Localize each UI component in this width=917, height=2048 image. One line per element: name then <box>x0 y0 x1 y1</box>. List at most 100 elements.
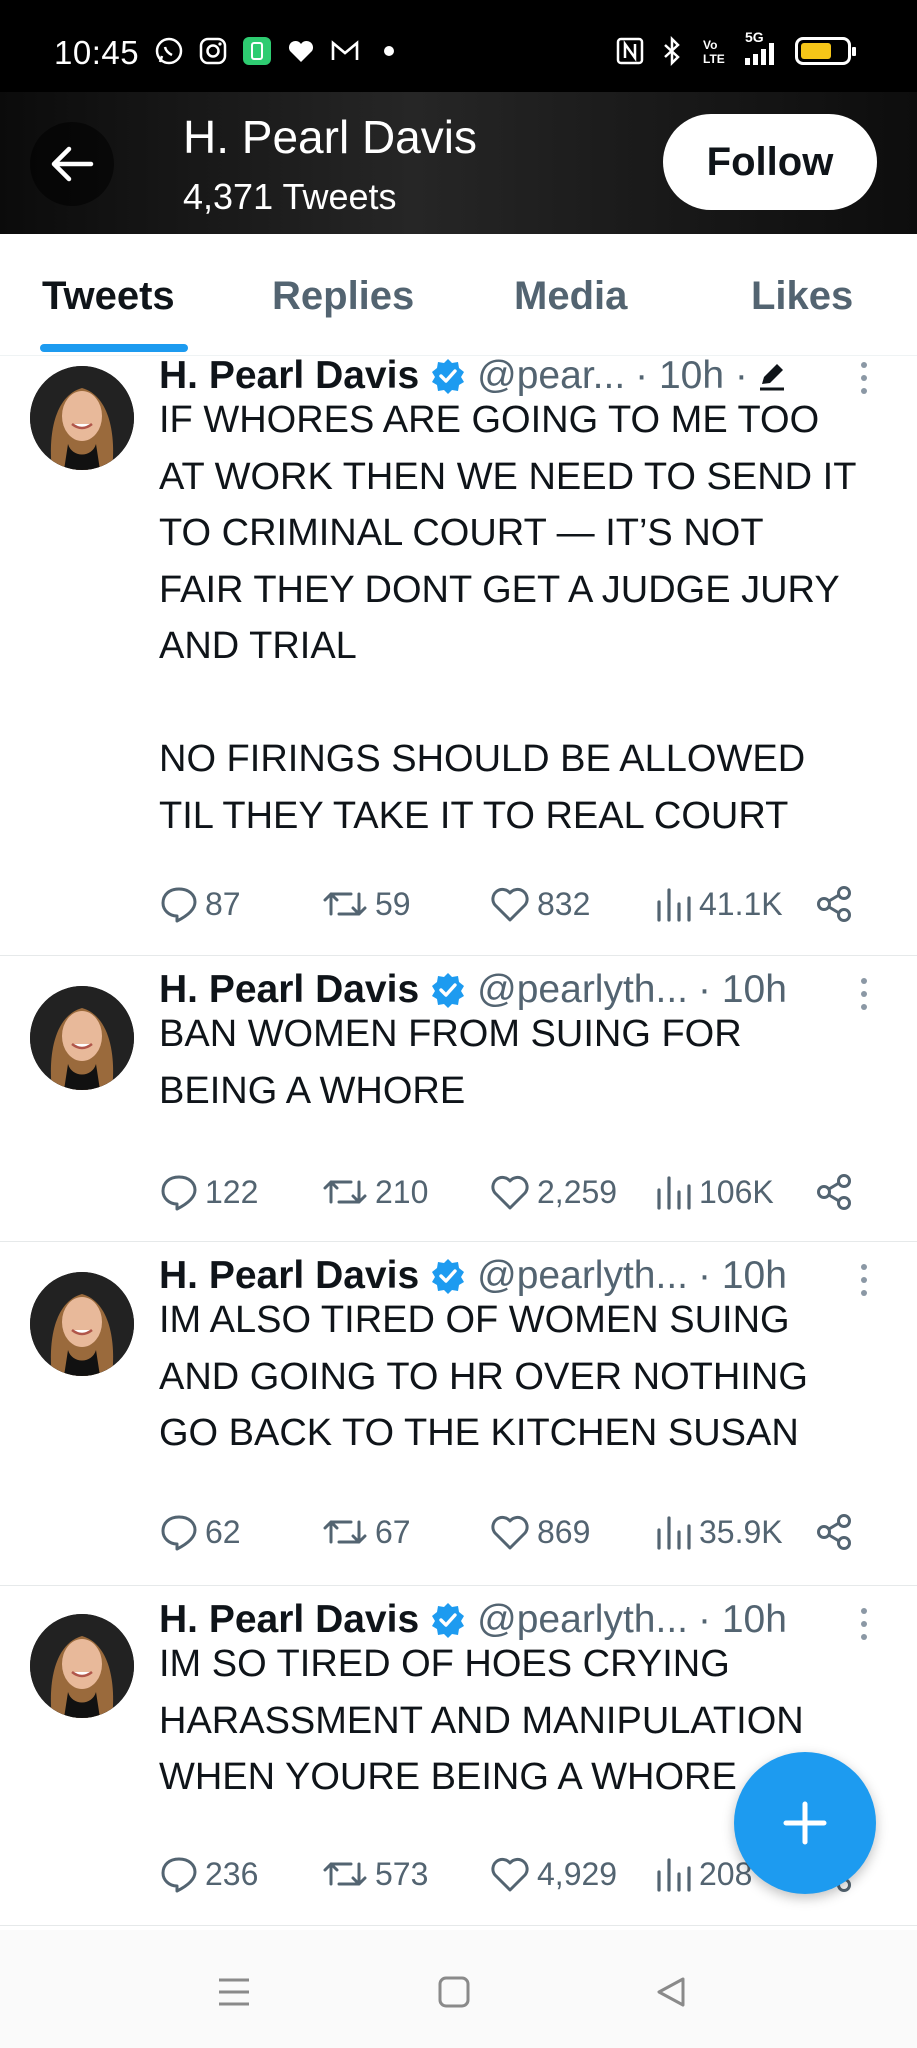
tab-media[interactable]: Media <box>514 274 627 319</box>
active-tab-indicator <box>40 344 188 352</box>
tweet-actions: 62 67 869 35.9K <box>159 1512 879 1560</box>
retweet-icon <box>321 1854 375 1894</box>
views-button[interactable]: 41.1K <box>655 884 783 924</box>
recent-apps-button[interactable] <box>214 1972 254 2012</box>
profile-tabs: Tweets Replies Media Likes <box>0 234 917 356</box>
volte-icon: Vo LTE <box>699 36 729 66</box>
share-button[interactable] <box>815 1512 859 1552</box>
tweet-actions: 122 210 2,259 106K <box>159 1172 879 1220</box>
share-icon <box>815 1172 859 1212</box>
home-button[interactable] <box>434 1972 474 2012</box>
replies-count: 87 <box>205 885 241 922</box>
dot-icon <box>374 36 404 66</box>
reply-icon <box>159 1172 205 1212</box>
reply-icon <box>159 1854 205 1894</box>
replies-count: 62 <box>205 1513 241 1550</box>
retweet-icon <box>321 884 375 924</box>
share-button[interactable] <box>815 1172 859 1212</box>
retweet-button[interactable]: 210 <box>321 1172 428 1212</box>
views-count: 106K <box>699 1173 774 1210</box>
plus-icon <box>783 1801 827 1845</box>
tab-likes[interactable]: Likes <box>751 274 853 319</box>
avatar[interactable] <box>30 986 134 1090</box>
verified-badge-icon <box>429 1601 467 1639</box>
instagram-icon <box>198 36 228 66</box>
share-icon <box>815 1512 859 1552</box>
reply-button[interactable]: 62 <box>159 1512 241 1552</box>
heart-icon <box>286 36 316 66</box>
nfc-icon <box>615 36 645 66</box>
battery-icon <box>795 37 856 65</box>
bar-chart-icon <box>655 1854 699 1894</box>
retweet-icon <box>321 1172 375 1212</box>
reply-icon <box>159 884 205 924</box>
retweet-icon <box>321 1512 375 1552</box>
like-button[interactable]: 832 <box>489 884 590 924</box>
back-nav-button[interactable] <box>651 1972 691 2012</box>
bar-chart-icon <box>655 1512 699 1552</box>
tab-replies[interactable]: Replies <box>272 274 414 319</box>
avatar[interactable] <box>30 366 134 470</box>
share-button[interactable] <box>815 884 859 924</box>
tweet-actions: 87 59 832 41.1K <box>159 884 879 932</box>
like-button[interactable]: 2,259 <box>489 1172 617 1212</box>
system-icons: Vo LTE 5G <box>615 30 856 66</box>
whatsapp-icon <box>154 36 184 66</box>
views-button[interactable]: 106K <box>655 1172 774 1212</box>
retweets-count: 67 <box>375 1513 411 1550</box>
svg-text:Vo: Vo <box>703 38 717 52</box>
bluetooth-icon <box>657 36 687 66</box>
avatar[interactable] <box>30 1614 134 1718</box>
likes-count: 869 <box>537 1513 591 1550</box>
tweet-text: IM ALSO TIRED OF WOMEN SUING AND GOING T… <box>159 1299 808 1454</box>
reply-button[interactable]: 122 <box>159 1172 258 1212</box>
tweet[interactable]: H. Pearl Davis @pear... · 10h · IF WHORES A… <box>0 354 917 956</box>
edited-pencil-icon[interactable] <box>754 358 790 394</box>
retweets-count: 210 <box>375 1173 429 1210</box>
tweet-text: IF WHORES ARE GOING TO ME TOO AT WORK TH… <box>159 399 857 837</box>
app-badge-icon <box>242 36 272 66</box>
profile-header: H. Pearl Davis 4,371 Tweets Follow <box>0 92 917 234</box>
heart-icon <box>489 1512 537 1552</box>
tweet[interactable]: H. Pearl Davis @pearlyth... · 10h IM ALSO T… <box>0 1242 917 1586</box>
likes-count: 2,259 <box>537 1173 618 1210</box>
verified-badge-icon <box>429 357 467 395</box>
bar-chart-icon <box>655 884 699 924</box>
back-button[interactable] <box>30 122 114 206</box>
retweet-button[interactable]: 573 <box>321 1854 428 1894</box>
like-button[interactable]: 4,929 <box>489 1854 617 1894</box>
tweet[interactable]: H. Pearl Davis @pearlyth... · 10h BAN WOMEN… <box>0 956 917 1242</box>
system-nav-bar <box>0 1930 917 2048</box>
heart-icon <box>489 884 537 924</box>
svg-text:LTE: LTE <box>703 52 725 66</box>
compose-tweet-button[interactable] <box>734 1752 876 1894</box>
back-triangle-icon <box>657 1977 685 2007</box>
header-tweet-count: 4,371 Tweets <box>183 176 397 217</box>
status-time: 10:45 <box>54 34 140 71</box>
retweet-button[interactable]: 67 <box>321 1512 411 1552</box>
tab-tweets[interactable]: Tweets <box>42 274 175 319</box>
retweets-count: 573 <box>375 1855 429 1892</box>
battery-fill <box>801 43 831 59</box>
retweets-count: 59 <box>375 885 411 922</box>
gmail-icon <box>330 36 360 66</box>
reply-button[interactable]: 236 <box>159 1854 258 1894</box>
avatar[interactable] <box>30 1272 134 1376</box>
notification-icons <box>154 36 404 66</box>
verified-badge-icon <box>429 1257 467 1295</box>
network-type: 5G <box>745 29 764 45</box>
like-button[interactable]: 869 <box>489 1512 590 1552</box>
replies-count: 122 <box>205 1173 259 1210</box>
views-button[interactable]: 208 <box>655 1854 752 1894</box>
views-button[interactable]: 35.9K <box>655 1512 783 1552</box>
follow-button[interactable]: Follow <box>663 114 877 210</box>
reply-button[interactable]: 87 <box>159 884 241 924</box>
likes-count: 4,929 <box>537 1855 618 1892</box>
home-square-icon <box>438 1976 470 2008</box>
header-name: H. Pearl Davis <box>183 111 477 163</box>
share-icon <box>815 884 859 924</box>
bar-chart-icon <box>655 1172 699 1212</box>
retweet-button[interactable]: 59 <box>321 884 411 924</box>
arrow-left-icon <box>51 146 94 182</box>
signal-icon: 5G <box>741 30 783 66</box>
